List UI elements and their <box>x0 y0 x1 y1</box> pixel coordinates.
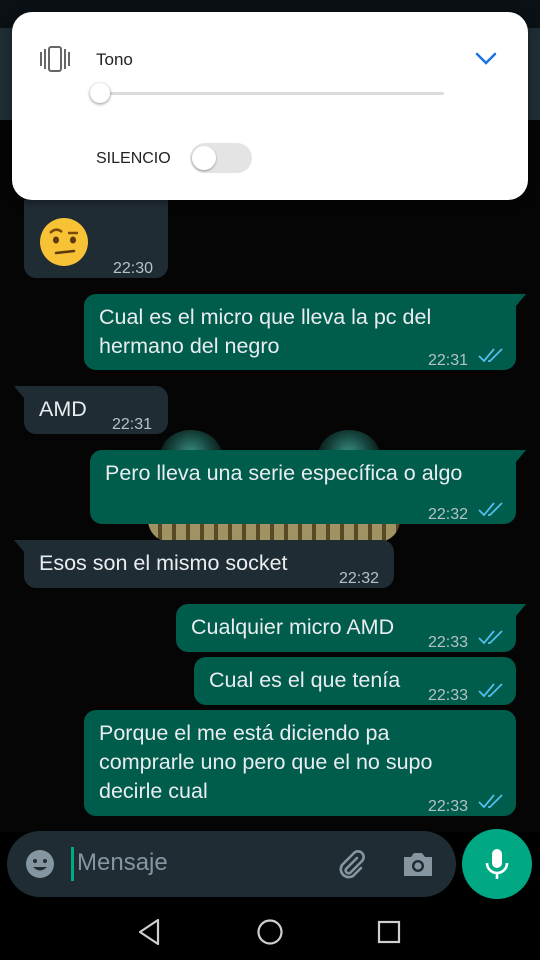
system-navigation-bar <box>0 900 540 960</box>
read-receipt-icon <box>478 683 503 698</box>
text-caret <box>71 847 74 881</box>
read-receipt-icon <box>478 502 503 517</box>
message-bubble-outgoing[interactable]: Cual es el micro que lleva la pc del her… <box>84 294 526 370</box>
volume-slider[interactable] <box>100 92 444 95</box>
message-time: 22:32 <box>339 570 380 587</box>
message-time: 22:33 <box>428 634 469 651</box>
message-time: 22:33 <box>428 687 469 704</box>
message-bubble-incoming[interactable]: AMD 22:31 <box>14 386 168 434</box>
message-composer[interactable]: Mensaje <box>7 831 456 897</box>
message-bubble-outgoing[interactable]: Cual es el que tenía 22:33 <box>194 657 516 705</box>
message-text: Cual es el micro que lleva la pc del her… <box>99 305 432 358</box>
silence-toggle-knob <box>192 146 216 170</box>
nav-home-icon[interactable] <box>256 918 284 946</box>
message-bubble-outgoing[interactable]: Porque el me está diciendo pa comprarle … <box>84 710 516 816</box>
message-text: Porque el me está diciendo pa comprarle … <box>99 721 433 803</box>
message-text: AMD <box>39 397 87 421</box>
attach-icon[interactable] <box>335 848 367 880</box>
silence-toggle[interactable] <box>190 143 252 173</box>
message-time: 22:31 <box>428 352 469 369</box>
message-text: Pero lleva una serie específica o algo <box>105 461 463 485</box>
message-text: Esos son el mismo socket <box>39 551 288 575</box>
message-text: Cual es el que tenía <box>209 668 401 692</box>
message-time: 22:33 <box>428 798 469 815</box>
message-time: 22:30 <box>113 260 154 277</box>
vibrate-icon[interactable] <box>38 44 72 74</box>
volume-panel: Tono SILENCIO <box>12 12 528 200</box>
volume-stream-label: Tono <box>96 50 133 69</box>
nav-back-icon[interactable] <box>136 918 162 946</box>
camera-icon[interactable] <box>401 849 435 879</box>
message-bubble-incoming[interactable]: Esos son el mismo socket 22:32 <box>14 540 394 588</box>
emoji-icon[interactable] <box>25 849 55 879</box>
message-time: 22:31 <box>112 416 153 433</box>
read-receipt-icon <box>478 630 503 645</box>
message-bubble-outgoing[interactable]: Pero lleva una serie específica o algo 2… <box>90 450 526 524</box>
message-input[interactable]: Mensaje <box>77 849 168 877</box>
nav-recent-icon[interactable] <box>377 920 401 944</box>
message-time: 22:32 <box>428 506 469 523</box>
voice-message-button[interactable] <box>462 829 532 899</box>
mic-icon <box>485 849 509 879</box>
read-receipt-icon <box>478 794 503 809</box>
message-bubble-incoming[interactable]: 22:30 <box>24 200 168 278</box>
message-bubble-outgoing[interactable]: Cualquier micro AMD 22:33 <box>176 604 526 652</box>
volume-slider-thumb[interactable] <box>90 83 110 103</box>
message-text: Cualquier micro AMD <box>191 615 395 639</box>
read-receipt-icon <box>478 348 503 363</box>
silence-label: SILENCIO <box>96 150 171 167</box>
chevron-down-icon[interactable] <box>474 48 498 68</box>
face-with-raised-eyebrow-emoji-icon <box>40 218 88 266</box>
